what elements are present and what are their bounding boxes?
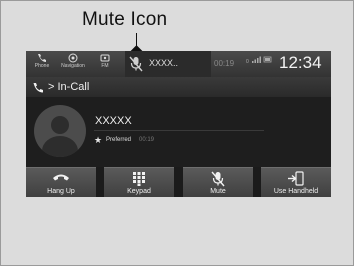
- phone-shortcut-label: Phone: [34, 63, 50, 69]
- mute-button[interactable]: Mute: [183, 167, 253, 197]
- transfer-to-handheld-icon: [288, 171, 304, 186]
- caller-name: XXXXX: [95, 115, 132, 127]
- signal-indicator: 0: [246, 56, 272, 65]
- keypad-button[interactable]: Keypad: [104, 167, 174, 197]
- radio-icon: [100, 54, 110, 62]
- status-bar: Phone Navigation FM XXXX.. 00:19 0 12:34: [26, 51, 331, 77]
- mute-label: Mute: [210, 188, 226, 195]
- status-call-timer: 00:19: [214, 59, 235, 68]
- use-handheld-button[interactable]: Use Handheld: [261, 167, 331, 197]
- call-duration: 00:19: [139, 137, 155, 143]
- mute-icon: [129, 56, 143, 72]
- hang-up-icon: [53, 174, 69, 181]
- preferred-label: Preferred: [106, 137, 132, 143]
- status-caller-name: XXXX..: [149, 58, 179, 68]
- hang-up-button[interactable]: Hang Up: [26, 167, 96, 197]
- fm-shortcut-label: FM: [101, 63, 109, 69]
- divider: [94, 130, 264, 131]
- use-handheld-label: Use Handheld: [273, 188, 319, 195]
- caller-info-panel: XXXXX ★ Preferred 00:19: [26, 97, 331, 167]
- navigation-shortcut[interactable]: Navigation: [56, 53, 90, 69]
- phone-icon: [33, 83, 43, 93]
- keypad-icon: [133, 172, 145, 186]
- microphone-muted-icon: [211, 171, 225, 187]
- keypad-label: Keypad: [127, 188, 151, 195]
- breadcrumb[interactable]: > In-Call: [26, 77, 331, 97]
- navigation-shortcut-label: Navigation: [61, 63, 85, 69]
- infotainment-screen: Phone Navigation FM XXXX.. 00:19 0 12:34…: [26, 51, 331, 197]
- star-icon: ★: [94, 135, 103, 145]
- phone-icon: [38, 54, 46, 62]
- avatar: [34, 105, 86, 157]
- signal-bars-icon: [252, 56, 272, 63]
- signal-text: 0: [246, 59, 249, 65]
- breadcrumb-label: > In-Call: [48, 81, 90, 93]
- fm-shortcut[interactable]: FM: [96, 53, 114, 69]
- hang-up-label: Hang Up: [47, 188, 75, 195]
- navigation-icon: [68, 53, 78, 63]
- phone-shortcut[interactable]: Phone: [30, 53, 54, 69]
- clock: 12:34: [279, 53, 322, 72]
- callout-label: Mute Icon: [82, 9, 168, 30]
